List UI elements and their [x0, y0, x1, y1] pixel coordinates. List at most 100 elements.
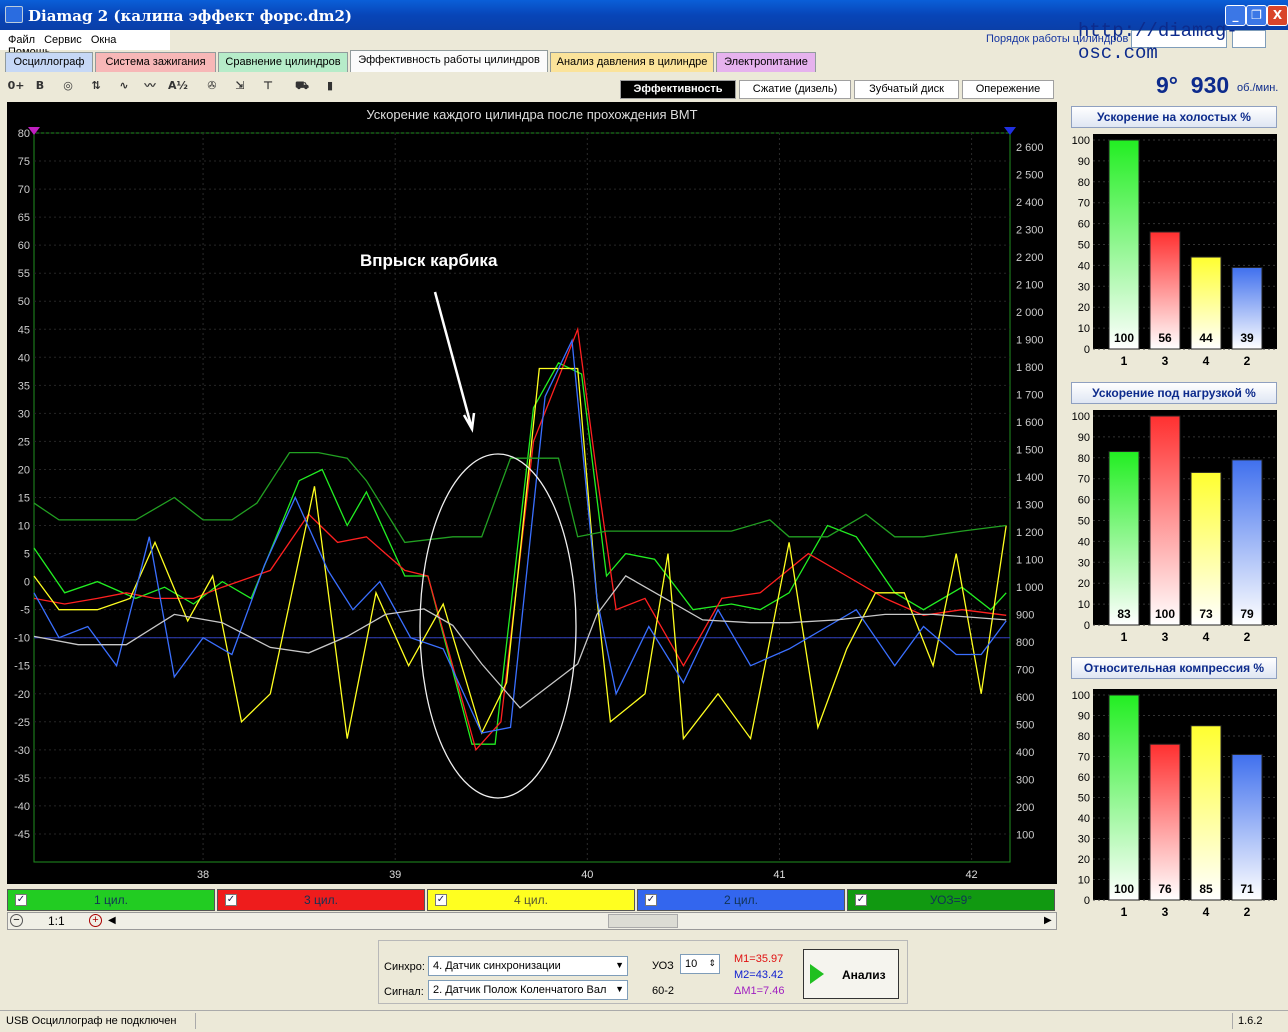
bar-category-label: 2: [1244, 905, 1251, 919]
spin-icon: ⇕: [708, 958, 716, 968]
y-right-tick-label: 2 500: [1016, 169, 1044, 181]
y-right-tick-label: 900: [1016, 609, 1034, 621]
graph-icon[interactable]: ∿: [113, 75, 135, 97]
y-right-tick-label: 2 400: [1016, 197, 1044, 209]
scroll-thumb[interactable]: [608, 914, 678, 928]
channel-uoz-toggle[interactable]: ✓ УОЗ=9°: [847, 889, 1055, 911]
bar-chart: 100 90 80 70 60 50 40 30 20 10 0 100 1 76 3 85 4 71 2: [1071, 684, 1277, 932]
y-right-tick-label: 2 600: [1016, 142, 1044, 154]
tab-pressure-analysis[interactable]: Анализ давления в цилиндре: [550, 52, 714, 72]
y-left-tick-label: 45: [18, 324, 30, 336]
subtab-compression-diesel[interactable]: Сжатие (дизель): [739, 80, 851, 99]
tab-ignition[interactable]: Система зажигания: [95, 52, 216, 72]
bar-category-label: 4: [1203, 354, 1210, 368]
subtab-advance[interactable]: Опережение: [962, 80, 1054, 99]
bar-tick-label: 10: [1078, 599, 1090, 611]
y-left-tick-label: -25: [14, 717, 30, 729]
chart-icon[interactable]: ▮: [319, 75, 341, 97]
bar-cyl-1: [1108, 139, 1140, 350]
bar-cyl-3: [1149, 743, 1181, 901]
bar-tick-label: 40: [1078, 813, 1090, 825]
car-icon[interactable]: ⛟: [291, 75, 313, 97]
scroll-right-icon[interactable]: ▶: [1044, 915, 1052, 926]
bar-tick-label: 90: [1078, 156, 1090, 168]
signal-select[interactable]: 2. Датчик Полож Коленчатого Вал ▼: [428, 980, 628, 1000]
annotation-arrow: [433, 291, 474, 430]
x-tick-label: 39: [389, 869, 401, 881]
bar-tick-label: 90: [1078, 432, 1090, 444]
tab-oscilloscope[interactable]: Осциллограф: [5, 52, 93, 72]
bar-tick-label: 30: [1078, 834, 1090, 846]
y-left-tick-label: -40: [14, 801, 30, 813]
signal-label: Сигнал:: [384, 986, 424, 998]
app-icon[interactable]: [5, 6, 23, 23]
vvt-icon[interactable]: 〰: [139, 75, 161, 97]
subtab-efficiency[interactable]: Эффективность: [620, 80, 736, 99]
bar-cyl-1: [1108, 694, 1140, 901]
bar-category-label: 3: [1162, 354, 1169, 368]
counter-icon[interactable]: ⇲: [229, 75, 251, 97]
play-icon: [810, 964, 824, 984]
sensor-icon[interactable]: ✇: [201, 75, 223, 97]
menu-file[interactable]: Файл: [8, 34, 35, 46]
main-chart[interactable]: 38 39 40 41 42 80 75 70 65 60 55 50 45 40 35 30 25 20 15 10…: [7, 102, 1057, 884]
scale-icon[interactable]: ⇅: [85, 75, 107, 97]
filter-icon[interactable]: ⊤: [257, 75, 279, 97]
y-left-tick-label: 0: [24, 577, 30, 589]
bar-tick-label: 100: [1072, 135, 1090, 147]
y-left-tick-label: 15: [18, 493, 30, 505]
uoz-stepper[interactable]: 10 ⇕: [680, 954, 720, 974]
bar-chart-title: Относительная компрессия %: [1071, 657, 1277, 679]
bar-tick-label: 60: [1078, 772, 1090, 784]
rpm-icon[interactable]: ◎: [57, 75, 79, 97]
zoom-out-icon[interactable]: −: [10, 914, 23, 927]
version: 1.6.2: [1238, 1015, 1263, 1027]
y-left-tick-label: 50: [18, 296, 30, 308]
sync-select[interactable]: 4. Датчик синхронизации ▼: [428, 956, 628, 976]
bar-category-label: 1: [1121, 630, 1128, 644]
bar-category-label: 3: [1162, 905, 1169, 919]
arrow-icon[interactable]: 0+: [5, 75, 27, 97]
y-right-tick-label: 100: [1016, 829, 1034, 841]
checkbox-icon: ✓: [15, 894, 27, 906]
status-text: USB Осциллограф не подключен: [6, 1015, 177, 1027]
y-right-tick-label: 1 200: [1016, 527, 1044, 539]
zoom-in-icon[interactable]: +: [89, 914, 102, 927]
series-line-2: [33, 326, 1007, 752]
tab-cylinder-efficiency[interactable]: Эффективность работы цилиндров: [350, 50, 548, 72]
subtab-gear-disk[interactable]: Зубчатый диск: [854, 80, 959, 99]
channel-4-toggle[interactable]: ✓ 4 цил.: [427, 889, 635, 911]
bar-chart: 100 90 80 70 60 50 40 30 20 10 0 100 1 56 3 44 4 39 2: [1071, 129, 1277, 381]
y-right-tick-label: 1 600: [1016, 417, 1044, 429]
bar-cyl-2: [1231, 753, 1263, 901]
chart-scrollbar[interactable]: − 1:1 + ◀ ▶: [7, 912, 1057, 930]
menu-windows[interactable]: Окна: [91, 34, 117, 46]
y-right-tick-label: 400: [1016, 747, 1034, 759]
y-right-tick-label: 2 100: [1016, 279, 1044, 291]
scroll-left-icon[interactable]: ◀: [108, 915, 116, 926]
channel-1-toggle[interactable]: ✓ 1 цил.: [7, 889, 215, 911]
menu-service[interactable]: Сервис: [44, 34, 82, 46]
y-right-tick-label: 2 200: [1016, 252, 1044, 264]
bar-cyl-1: [1108, 451, 1140, 626]
bar-value-label: 76: [1158, 882, 1172, 896]
uoz-value: 10: [685, 958, 698, 970]
alg-icon[interactable]: A½: [167, 75, 189, 97]
y-right-tick-label: 1 100: [1016, 554, 1044, 566]
channel-3-toggle[interactable]: ✓ 3 цил.: [217, 889, 425, 911]
bar-tick-label: 20: [1078, 854, 1090, 866]
tab-power-supply[interactable]: Электропитание: [716, 52, 816, 72]
main-chart-svg: 38 39 40 41 42807570656055504540353025201510…: [14, 107, 1044, 881]
analyze-label: Анализ: [842, 968, 886, 982]
bar-cyl-4: [1190, 471, 1222, 626]
x-tick-label: 42: [965, 869, 977, 881]
x-tick-label: 41: [773, 869, 785, 881]
bold-icon[interactable]: B: [29, 75, 51, 97]
bar-tick-label: 80: [1078, 177, 1090, 189]
y-left-tick-label: 20: [18, 464, 30, 476]
rpm-value: 930: [1190, 72, 1230, 98]
bar-tick-label: 80: [1078, 453, 1090, 465]
channel-2-toggle[interactable]: ✓ 2 цил.: [637, 889, 845, 911]
signal-value: 2. Датчик Полож Коленчатого Вал: [433, 984, 607, 996]
tab-cylinder-compare[interactable]: Сравнение цилиндров: [218, 52, 348, 72]
